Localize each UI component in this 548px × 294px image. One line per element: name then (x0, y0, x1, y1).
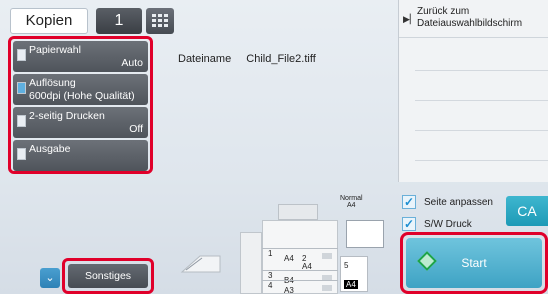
fit-page-label: Seite anpassen (424, 196, 493, 208)
top-bar: Kopien 1 (0, 0, 400, 36)
tray-4[interactable]: 4 A3 (262, 280, 338, 294)
file-name-value: Child_File2.tiff (246, 53, 316, 65)
start-label: Start (461, 256, 487, 270)
bw-print-checkbox[interactable]: ✓ (402, 217, 416, 231)
tray-1-number: 1 (268, 249, 273, 258)
arrow-icon: ▶▏ (403, 14, 417, 24)
paper-preview (346, 220, 384, 248)
back-to-file-selection-button[interactable]: ▶▏ Zurück zum Dateiauswahlbildschirm (399, 0, 548, 38)
copies-label: Kopien (10, 8, 88, 34)
start-button[interactable]: Start (406, 238, 542, 288)
tray-1-size: A4 (284, 254, 294, 263)
tray-4-number: 4 (268, 281, 273, 290)
duplex-label: 2-seitig Drucken (29, 110, 105, 122)
right-panel: ▶▏ Zurück zum Dateiauswahlbildschirm (398, 0, 548, 182)
paper-size: A4 (347, 202, 356, 209)
output-label: Ausgabe (29, 143, 71, 155)
resolution-value: 600dpi (Hohe Qualität) (29, 90, 135, 102)
divider (415, 130, 548, 131)
tray-2[interactable]: 2 A4 (300, 254, 338, 271)
finisher (240, 232, 262, 294)
fit-page-checkbox[interactable]: ✓ (402, 195, 416, 209)
back-line-2: Dateiauswahlbildschirm (417, 18, 523, 29)
duplex-value: Off (129, 123, 143, 135)
duplex-icon (17, 115, 26, 127)
fit-page-option[interactable]: ✓ Seite anpassen (402, 192, 493, 212)
divider (415, 160, 548, 161)
tray-4-size: A3 (284, 286, 294, 294)
tray-handle (322, 285, 332, 291)
bw-print-label: S/W Druck (424, 218, 472, 230)
file-name-label: Dateiname (178, 53, 232, 65)
tray-5-number: 5 (344, 261, 349, 270)
tray-5-size: A4 (344, 280, 358, 289)
divider (415, 70, 548, 71)
other-highlight: Sonstiges (62, 258, 154, 294)
tray-3-number: 3 (268, 271, 273, 280)
output-icon (17, 148, 26, 160)
tray-5[interactable]: 5 A4 (340, 256, 368, 292)
keypad-button[interactable] (146, 8, 174, 34)
bw-print-option[interactable]: ✓ S/W Druck (402, 214, 472, 234)
duplex-button[interactable]: 2-seitig Drucken Off (13, 107, 148, 138)
other-settings-button[interactable]: Sonstiges (68, 264, 148, 288)
start-highlight: Start (400, 232, 548, 294)
resolution-label: Auflösung (29, 77, 76, 89)
bypass-tray-icon (180, 255, 221, 273)
paper-type-indicator: Normal A4 (340, 195, 363, 209)
scanner-unit (278, 204, 318, 220)
divider (415, 100, 548, 101)
paper-type: Normal (340, 195, 363, 202)
resolution-icon (17, 82, 26, 94)
output-button[interactable]: Ausgabe (13, 140, 148, 171)
copies-count-field[interactable]: 1 (96, 8, 142, 34)
back-line-1: Zurück zum (417, 6, 470, 17)
clear-all-button[interactable]: CA (506, 196, 548, 226)
settings-panel: Papierwahl Auto Auflösung 600dpi (Hohe Q… (8, 36, 153, 174)
resolution-button[interactable]: Auflösung 600dpi (Hohe Qualität) (13, 74, 148, 105)
start-icon (417, 251, 437, 271)
paper-icon (17, 49, 26, 61)
paper-select-button[interactable]: Papierwahl Auto (13, 41, 148, 72)
expand-icon[interactable]: ⌄ (40, 268, 60, 288)
keypad-icon (152, 14, 168, 27)
paper-select-label: Papierwahl (29, 44, 81, 56)
file-info: Dateiname Child_File2.tiff (178, 53, 328, 65)
paper-select-value: Auto (121, 57, 143, 69)
